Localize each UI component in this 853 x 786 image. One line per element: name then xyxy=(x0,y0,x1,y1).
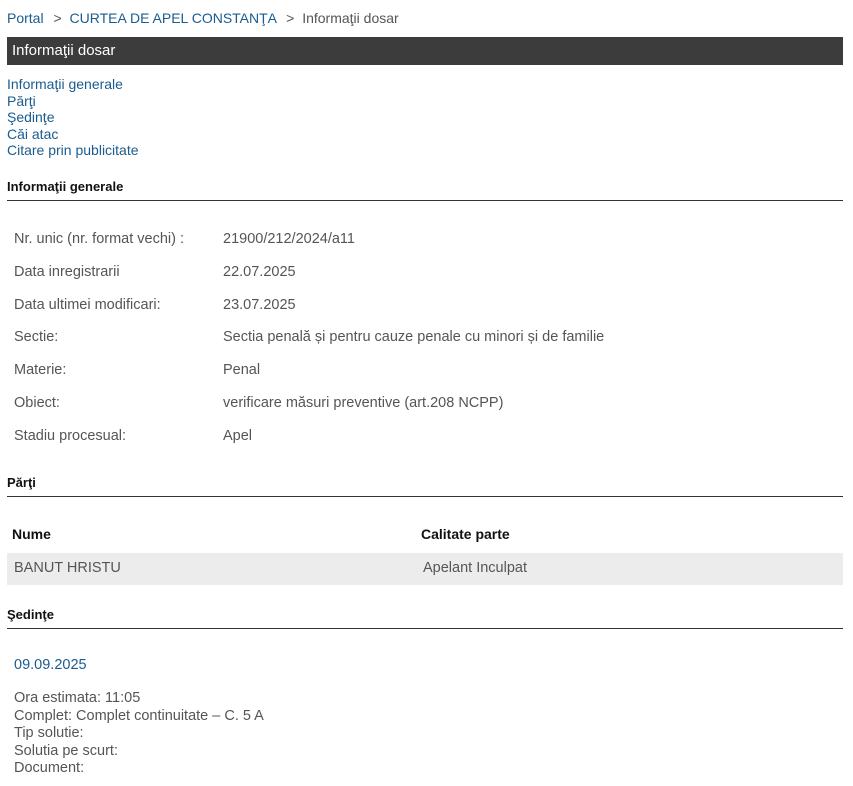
parties-table-header: Nume Calitate parte xyxy=(7,526,843,546)
hearing-date: 09.09.2025 xyxy=(14,657,87,673)
info-row: Data ultimei modificari: 23.07.2025 xyxy=(14,297,296,313)
info-value: Sectia penală și pentru cauze penale cu … xyxy=(223,329,605,345)
info-label: Sectie: xyxy=(14,329,59,345)
info-label: Data ultimei modificari: xyxy=(14,297,161,313)
hearing-detail-document: Document: xyxy=(14,760,85,776)
nav-link-general[interactable]: Informaţii generale xyxy=(7,76,139,93)
info-value: Apel xyxy=(223,428,253,444)
info-label: Stadiu procesual: xyxy=(14,428,127,444)
info-label: Obiect: xyxy=(14,395,60,411)
breadcrumb: Portal > CURTEA DE APEL CONSTANŢA > Info… xyxy=(7,10,399,26)
page-title: Informaţii dosar xyxy=(7,37,843,65)
info-row: Nr. unic (nr. format vechi) : 21900/212/2… xyxy=(14,231,355,247)
info-row: Obiect: verificare măsuri preventive (art… xyxy=(14,395,503,411)
nav-link-appeals[interactable]: Căi atac xyxy=(7,126,139,143)
info-value: 22.07.2025 xyxy=(223,264,296,280)
info-label: Data inregistrarii xyxy=(14,264,120,280)
info-row: Materie: Penal xyxy=(14,362,260,378)
info-label: Nr. unic (nr. format vechi) : xyxy=(14,231,185,247)
breadcrumb-separator: > xyxy=(286,10,295,26)
nav-link-public-summons[interactable]: Citare prin publicitate xyxy=(7,142,139,159)
nav-link-parties[interactable]: Părţi xyxy=(7,93,139,110)
breadcrumb-current: Informaţii dosar xyxy=(302,10,399,26)
section-title-hearings: Şedinţe xyxy=(7,607,843,629)
hearing-detail-time: Ora estimata: 11:05 xyxy=(14,690,141,706)
breadcrumb-portal-link[interactable]: Portal xyxy=(7,10,44,26)
section-title-general: Informaţii generale xyxy=(7,179,843,201)
info-label: Materie: xyxy=(14,362,67,378)
hearing-detail-solution-summary: Solutia pe scurt: xyxy=(14,742,118,759)
breadcrumb-separator: > xyxy=(53,10,62,26)
info-row: Sectie: Sectia penală și pentru cauze pen… xyxy=(14,329,604,345)
table-row: BANUT HRISTU Apelant Inculpat xyxy=(7,553,843,585)
column-header-role: Calitate parte xyxy=(421,526,510,542)
section-title-parties: Părţi xyxy=(7,475,843,497)
column-header-name: Nume xyxy=(12,526,51,542)
hearing-detail-panel: Complet: Complet continuitate – C. 5 A xyxy=(14,707,264,724)
info-row: Stadiu procesual: Apel xyxy=(14,428,252,444)
section-nav: Informaţii generale Părţi Şedinţe Căi at… xyxy=(7,76,139,159)
party-name: BANUT HRISTU xyxy=(14,560,121,576)
party-role: Apelant Inculpat xyxy=(423,560,527,576)
info-value: 23.07.2025 xyxy=(223,297,296,313)
hearing-detail-solution-type: Tip solutie: xyxy=(14,725,84,741)
info-value: Penal xyxy=(223,362,261,378)
info-value: 21900/212/2024/a11 xyxy=(223,231,355,247)
nav-link-hearings[interactable]: Şedinţe xyxy=(7,109,139,126)
info-row: Data inregistrarii 22.07.2025 xyxy=(14,264,296,280)
hearing-details: Ora estimata: 11:05 Complet: Complet con… xyxy=(14,690,264,778)
info-value: verificare măsuri preventive (art.208 NC… xyxy=(223,395,504,411)
breadcrumb-court-link[interactable]: CURTEA DE APEL CONSTANŢA xyxy=(70,10,277,26)
